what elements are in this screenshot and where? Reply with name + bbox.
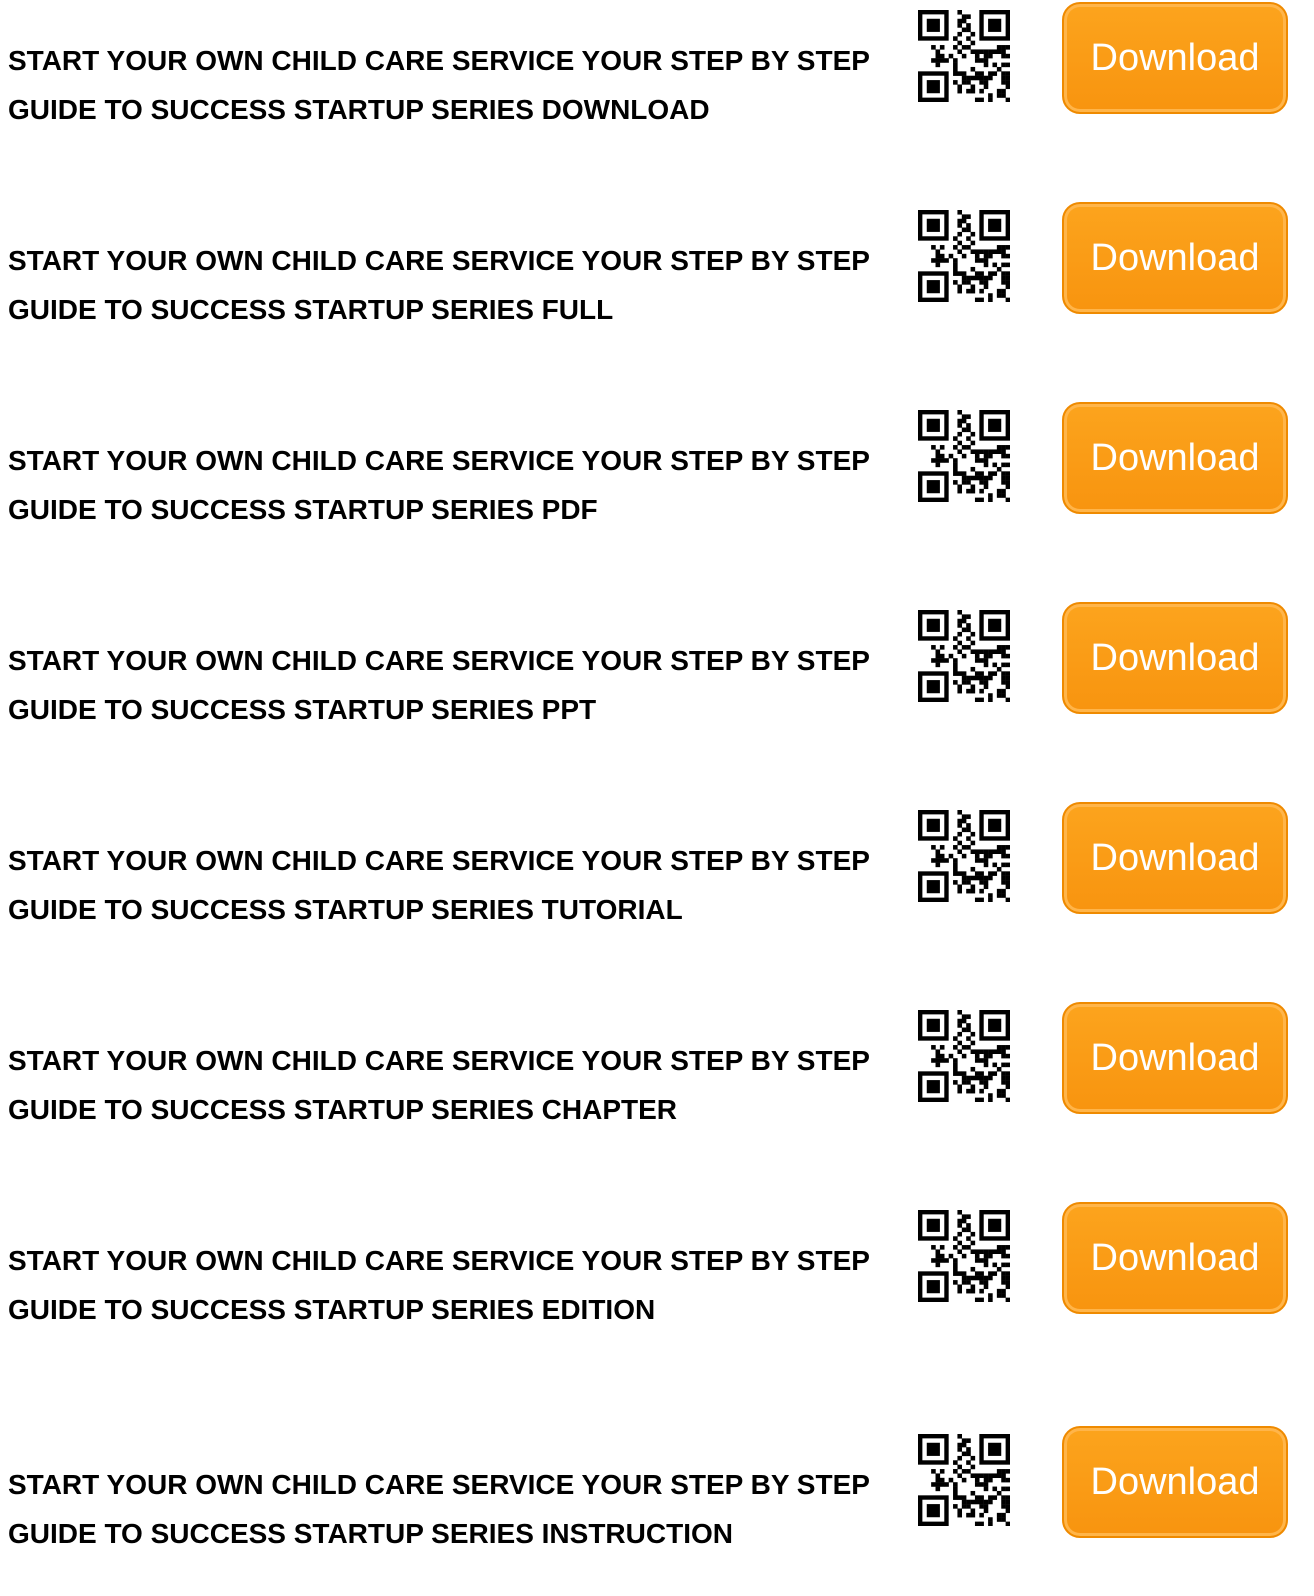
- item-title: START YOUR OWN CHILD CARE SERVICE YOUR S…: [8, 45, 870, 125]
- list-item: START YOUR OWN CHILD CARE SERVICE YOUR S…: [0, 200, 1314, 325]
- download-button[interactable]: Download: [1062, 2, 1288, 114]
- list-item: START YOUR OWN CHILD CARE SERVICE YOUR S…: [0, 600, 1314, 725]
- item-title: START YOUR OWN CHILD CARE SERVICE YOUR S…: [8, 245, 870, 325]
- qr-code-icon: [918, 1010, 1010, 1102]
- list-item: START YOUR OWN CHILD CARE SERVICE YOUR S…: [0, 800, 1314, 925]
- list-item: START YOUR OWN CHILD CARE SERVICE YOUR S…: [0, 0, 1314, 125]
- download-button[interactable]: Download: [1062, 1426, 1288, 1538]
- download-button[interactable]: Download: [1062, 1002, 1288, 1114]
- download-button[interactable]: Download: [1062, 802, 1288, 914]
- download-button[interactable]: Download: [1062, 402, 1288, 514]
- list-item: START YOUR OWN CHILD CARE SERVICE YOUR S…: [0, 1424, 1314, 1549]
- qr-code-icon: [918, 810, 1010, 902]
- list-item: START YOUR OWN CHILD CARE SERVICE YOUR S…: [0, 1200, 1314, 1325]
- list-item: START YOUR OWN CHILD CARE SERVICE YOUR S…: [0, 1000, 1314, 1125]
- download-button[interactable]: Download: [1062, 202, 1288, 314]
- item-title: START YOUR OWN CHILD CARE SERVICE YOUR S…: [8, 1245, 870, 1325]
- qr-code-icon: [918, 410, 1010, 502]
- item-title: START YOUR OWN CHILD CARE SERVICE YOUR S…: [8, 645, 870, 725]
- download-button[interactable]: Download: [1062, 602, 1288, 714]
- item-title: START YOUR OWN CHILD CARE SERVICE YOUR S…: [8, 1469, 870, 1549]
- qr-code-icon: [918, 610, 1010, 702]
- qr-code-icon: [918, 1434, 1010, 1526]
- list-item: START YOUR OWN CHILD CARE SERVICE YOUR S…: [0, 400, 1314, 525]
- item-title: START YOUR OWN CHILD CARE SERVICE YOUR S…: [8, 1045, 870, 1125]
- qr-code-icon: [918, 1210, 1010, 1302]
- item-title: START YOUR OWN CHILD CARE SERVICE YOUR S…: [8, 845, 870, 925]
- qr-code-icon: [918, 210, 1010, 302]
- download-button[interactable]: Download: [1062, 1202, 1288, 1314]
- qr-code-icon: [918, 10, 1010, 102]
- item-title: START YOUR OWN CHILD CARE SERVICE YOUR S…: [8, 445, 870, 525]
